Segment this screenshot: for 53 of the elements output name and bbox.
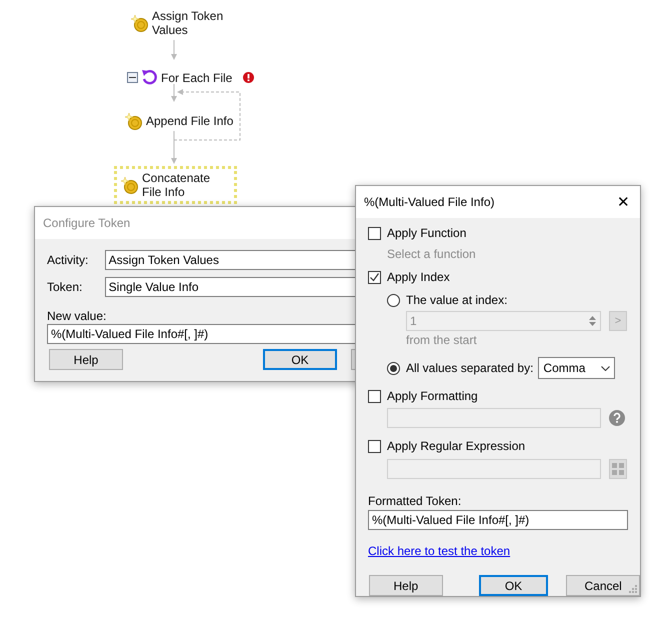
- field-label: Formatted Token:: [368, 494, 462, 508]
- help-icon[interactable]: [609, 410, 625, 426]
- field-label: Token:: [47, 280, 84, 294]
- flow-node[interactable]: Append File Info: [118, 107, 240, 135]
- index-hint: from the start: [405, 333, 478, 347]
- connector-arrow: [171, 130, 177, 164]
- radio-label: The value at index:: [406, 293, 508, 307]
- dialog-button[interactable]: OK: [263, 349, 337, 370]
- checkbox[interactable]: [368, 390, 381, 402]
- radio-button[interactable]: [387, 294, 400, 306]
- checkbox-label: Apply Formatting: [387, 389, 478, 403]
- dialog-button[interactable]: Help: [369, 575, 443, 596]
- node-label: Append File Info: [146, 114, 234, 128]
- close-button[interactable]: ✕: [617, 193, 630, 211]
- regex-field[interactable]: [387, 459, 601, 479]
- dialog-title: %(Multi-Valued File Info): [364, 195, 494, 209]
- connector-arrow: [171, 40, 177, 60]
- formatted-token-field[interactable]: %(Multi-Valued File Info#[, ]#): [368, 510, 628, 530]
- loop-arrow-icon: [141, 69, 158, 86]
- flow-node[interactable]: For Each File: [120, 64, 262, 91]
- test-token-link[interactable]: Click here to test the token: [368, 544, 510, 558]
- dialog-button[interactable]: Cancel: [566, 575, 640, 596]
- field-label: New value:: [47, 309, 108, 323]
- separator-dropdown[interactable]: Comma: [538, 357, 616, 379]
- format-field[interactable]: [387, 408, 601, 428]
- chevron-down-icon: [601, 366, 610, 370]
- radio-button[interactable]: [387, 362, 400, 374]
- flow-node[interactable]: Assign Token Values: [124, 4, 237, 42]
- coin-icon: [125, 112, 143, 130]
- field-label: Activity:: [47, 253, 90, 267]
- dialog-button[interactable]: Help: [49, 349, 123, 370]
- checkbox-label: Apply Regular Expression: [387, 439, 526, 453]
- coin-icon: [131, 14, 149, 32]
- node-label: For Each File: [161, 70, 232, 84]
- checkbox[interactable]: [368, 440, 381, 452]
- error-icon: [243, 72, 254, 83]
- function-hint: Select a function: [387, 247, 477, 261]
- resize-grip-icon[interactable]: [629, 585, 638, 594]
- node-label: Concatenate File Info: [142, 171, 212, 199]
- window-title: Configure Token: [43, 216, 130, 230]
- spin-arrows-icon[interactable]: [588, 315, 597, 327]
- checkbox[interactable]: [368, 270, 381, 284]
- connector-arrow: [171, 84, 177, 102]
- checkbox-label: Apply Index: [387, 270, 450, 284]
- checkbox-label: Apply Function: [387, 226, 466, 240]
- dialog-button[interactable]: OK: [478, 575, 548, 596]
- coin-icon: [121, 176, 139, 194]
- collapse-icon[interactable]: [127, 72, 138, 83]
- radio-label: All values separated by:: [406, 361, 534, 375]
- flow-node[interactable]: Concatenate File Info: [114, 166, 237, 204]
- node-label: Assign Token Values: [152, 9, 224, 37]
- dropdown-value: Comma: [543, 361, 586, 375]
- checkbox[interactable]: [368, 226, 381, 240]
